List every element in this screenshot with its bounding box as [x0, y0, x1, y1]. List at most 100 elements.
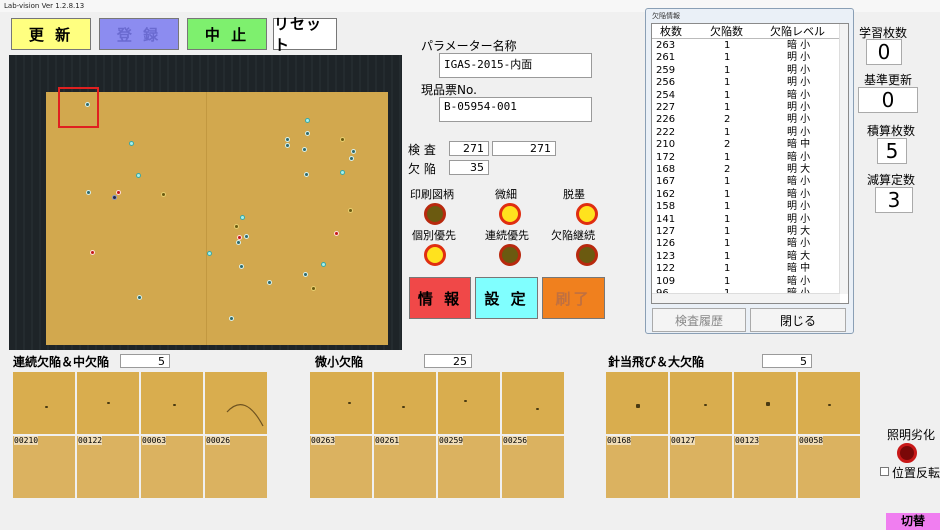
defect-list[interactable]: 枚数 欠陥数 欠陥レベル 263 1 暗 小 261 1 明 小 259 1 明 小 256 1 明 …: [651, 23, 849, 304]
defect-info-dialog: 欠陥情報 枚数 欠陥数 欠陥レベル 263 1 暗 小 261 1 明 小 259 1 明 小2…: [645, 8, 854, 334]
inspection-history-button[interactable]: 検査履歴: [652, 308, 746, 332]
defect-marker[interactable]: [234, 224, 239, 229]
settings-button[interactable]: 設 定: [475, 277, 538, 319]
defect-list-row[interactable]: 167 1 暗 小: [652, 176, 840, 188]
defect-list-row[interactable]: 122 1 暗 中: [652, 263, 840, 275]
defect-thumbnail[interactable]: 00122: [77, 436, 139, 498]
column-header-defect-level[interactable]: 欠陥レベル: [770, 24, 825, 39]
defect-marker[interactable]: [229, 316, 234, 321]
defect-marker[interactable]: [207, 251, 212, 256]
close-button[interactable]: 閉じる: [750, 308, 846, 332]
defect-thumbnail[interactable]: [310, 372, 372, 434]
defect-marker[interactable]: [136, 173, 141, 178]
defect-thumbnail[interactable]: [798, 372, 860, 434]
defect-marker[interactable]: [351, 149, 356, 154]
defect-thumbnail[interactable]: 00259: [438, 436, 500, 498]
defect-list-row[interactable]: 126 1 暗 小: [652, 238, 840, 250]
defect-marker[interactable]: [304, 172, 309, 177]
defect-thumbnail[interactable]: [438, 372, 500, 434]
info-button[interactable]: 情 報: [409, 277, 471, 319]
stop-button[interactable]: 中 止: [187, 18, 267, 50]
defect-list-row[interactable]: 226 2 明 小: [652, 114, 840, 126]
defect-thumbnail[interactable]: [374, 372, 436, 434]
defect-marker[interactable]: [285, 143, 290, 148]
defect-thumbnail[interactable]: [734, 372, 796, 434]
defect-marker[interactable]: [239, 264, 244, 269]
defect-marker[interactable]: [321, 262, 326, 267]
defect-marker[interactable]: [311, 286, 316, 291]
defect-marker[interactable]: [236, 240, 241, 245]
defect-list-row[interactable]: 227 1 明 小: [652, 102, 840, 114]
defect-marker[interactable]: [303, 272, 308, 277]
defect-marker[interactable]: [116, 190, 121, 195]
column-header-defect-count[interactable]: 欠陥数: [710, 24, 743, 39]
cell-defect-level: 暗 小: [787, 151, 811, 163]
cell-sheet-count: 259: [656, 64, 676, 76]
defect-marker[interactable]: [340, 170, 345, 175]
defect-marker[interactable]: [302, 147, 307, 152]
defect-thumbnail[interactable]: 00063: [141, 436, 203, 498]
defect-list-row[interactable]: 261 1 明 小: [652, 52, 840, 64]
defect-marker[interactable]: [267, 280, 272, 285]
defect-thumbnail[interactable]: [205, 372, 267, 434]
vertical-scrollbar[interactable]: [839, 24, 848, 294]
slip-number-field[interactable]: B-05954-001: [439, 97, 592, 122]
defect-thumbnail[interactable]: 00261: [374, 436, 436, 498]
defect-thumbnail[interactable]: [141, 372, 203, 434]
reset-button[interactable]: リセット: [273, 15, 337, 54]
defect-marker[interactable]: [334, 231, 339, 236]
defect-thumbnail[interactable]: [502, 372, 564, 434]
defect-marker[interactable]: [137, 295, 142, 300]
register-button[interactable]: 登 録: [99, 18, 179, 50]
defect-marker[interactable]: [305, 131, 310, 136]
defect-marker[interactable]: [112, 195, 117, 200]
defect-marker[interactable]: [305, 118, 310, 123]
defect-list-row[interactable]: 172 1 暗 小: [652, 152, 840, 164]
position-invert-checkbox[interactable]: [880, 467, 889, 476]
defect-marker[interactable]: [348, 208, 353, 213]
defect-list-row[interactable]: 259 1 明 小: [652, 65, 840, 77]
defect-list-row[interactable]: 162 1 暗 小: [652, 189, 840, 201]
defect-list-row[interactable]: 210 2 暗 中: [652, 139, 840, 151]
defect-thumbnail[interactable]: 00127: [670, 436, 732, 498]
defect-marker[interactable]: [86, 190, 91, 195]
defect-list-row[interactable]: 168 2 明 大: [652, 164, 840, 176]
selection-box[interactable]: [58, 87, 99, 128]
defect-list-row[interactable]: 123 1 暗 大: [652, 251, 840, 263]
parameter-name-field[interactable]: IGAS-2015-内面: [439, 53, 592, 78]
defect-marker[interactable]: [285, 137, 290, 142]
cell-defect-level: 明 大: [787, 164, 811, 175]
defect-thumbnail[interactable]: 00026: [205, 436, 267, 498]
column-header-sheet-count[interactable]: 枚数: [660, 24, 682, 39]
defect-thumbnail[interactable]: 00256: [502, 436, 564, 498]
defect-marker[interactable]: [340, 137, 345, 142]
defect-thumbnail[interactable]: 00263: [310, 436, 372, 498]
defect-marker[interactable]: [90, 250, 95, 255]
defect-thumbnail[interactable]: 00168: [606, 436, 668, 498]
defect-marker[interactable]: [244, 234, 249, 239]
defect-list-row[interactable]: 222 1 明 小: [652, 127, 840, 139]
defect-marker[interactable]: [349, 156, 354, 161]
defect-list-row[interactable]: 254 1 暗 小: [652, 90, 840, 102]
scan-image[interactable]: [9, 55, 402, 350]
defect-thumbnail[interactable]: [670, 372, 732, 434]
horizontal-scrollbar[interactable]: [652, 293, 840, 303]
defect-marker[interactable]: [240, 215, 245, 220]
defect-list-row[interactable]: 127 1 明 大: [652, 226, 840, 238]
defect-list-row[interactable]: 109 1 暗 小: [652, 276, 840, 288]
finish-button[interactable]: 刷了: [542, 277, 605, 319]
update-button[interactable]: 更 新: [11, 18, 91, 50]
defect-list-row[interactable]: 263 1 暗 小: [652, 40, 840, 52]
defect-list-row[interactable]: 141 1 明 小: [652, 214, 840, 226]
defect-thumbnail[interactable]: [606, 372, 668, 434]
defect-list-row[interactable]: 256 1 明 小: [652, 77, 840, 89]
defect-thumbnail[interactable]: 00058: [798, 436, 860, 498]
defect-marker[interactable]: [161, 192, 166, 197]
defect-thumbnail[interactable]: 00210: [13, 436, 75, 498]
defect-thumbnail[interactable]: [13, 372, 75, 434]
defect-list-row[interactable]: 158 1 明 小: [652, 201, 840, 213]
defect-marker[interactable]: [129, 141, 134, 146]
switch-button[interactable]: 切替: [886, 513, 940, 530]
defect-thumbnail[interactable]: [77, 372, 139, 434]
defect-thumbnail[interactable]: 00123: [734, 436, 796, 498]
